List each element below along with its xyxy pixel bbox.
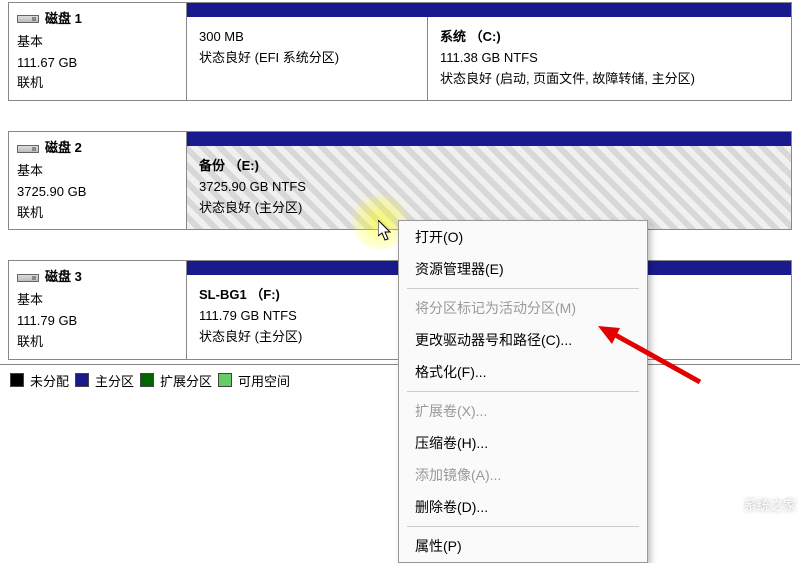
partition-efi[interactable]: 300 MB 状态良好 (EFI 系统分区)	[187, 17, 427, 100]
disk-1-container: 磁盘 1 基本 111.67 GB 联机 300 MB 状态良好 (EFI 系统…	[8, 2, 792, 101]
disk-2-partitions: 备份 （E:) 3725.90 GB NTFS 状态良好 (主分区)	[187, 132, 791, 229]
watermark-text: 系统之家	[744, 495, 796, 514]
disk-3-info[interactable]: 磁盘 3 基本 111.79 GB 联机	[9, 261, 187, 358]
partition-title: 备份 （E:)	[199, 156, 779, 177]
legend-free-icon	[218, 373, 232, 387]
disk-type: 基本	[17, 290, 178, 311]
disk-status: 联机	[17, 332, 178, 353]
disk-icon	[17, 15, 39, 23]
disk-title: 磁盘 1	[45, 9, 82, 30]
partition-c[interactable]: 系统 （C:) 111.38 GB NTFS 状态良好 (启动, 页面文件, 故…	[427, 17, 791, 100]
disk-size: 111.67 GB	[17, 53, 178, 74]
disk-title: 磁盘 2	[45, 138, 82, 159]
disk-type: 基本	[17, 161, 178, 182]
menu-separator	[407, 288, 639, 289]
context-menu: 打开(O) 资源管理器(E) 将分区标记为活动分区(M) 更改驱动器号和路径(C…	[398, 220, 648, 563]
menu-open[interactable]: 打开(O)	[399, 221, 647, 253]
disk-icon	[17, 274, 39, 282]
partition-size: 3725.90 GB NTFS	[199, 177, 779, 198]
menu-format[interactable]: 格式化(F)...	[399, 356, 647, 388]
watermark-logo-icon	[718, 493, 740, 515]
partition-status: 状态良好 (启动, 页面文件, 故障转储, 主分区)	[440, 69, 779, 90]
partition-title: 系统 （C:)	[440, 27, 779, 48]
menu-explorer[interactable]: 资源管理器(E)	[399, 253, 647, 285]
disk-title: 磁盘 3	[45, 267, 82, 288]
menu-separator	[407, 526, 639, 527]
legend-primary-icon	[75, 373, 89, 387]
disk-2-info[interactable]: 磁盘 2 基本 3725.90 GB 联机	[9, 132, 187, 229]
disk-1-partitions: 300 MB 状态良好 (EFI 系统分区) 系统 （C:) 111.38 GB…	[187, 3, 791, 100]
partition-header-bar	[187, 3, 791, 17]
legend-extended-label: 扩展分区	[160, 371, 212, 390]
menu-extend-volume: 扩展卷(X)...	[399, 395, 647, 427]
disk-type: 基本	[17, 32, 178, 53]
menu-separator	[407, 391, 639, 392]
disk-status: 联机	[17, 73, 178, 94]
disk-icon	[17, 145, 39, 153]
legend-unallocated-label: 未分配	[30, 371, 69, 390]
disk-size: 111.79 GB	[17, 311, 178, 332]
watermark: 系统之家	[718, 493, 796, 515]
legend-unallocated-icon	[10, 373, 24, 387]
menu-add-mirror: 添加镜像(A)...	[399, 459, 647, 491]
disk-size: 3725.90 GB	[17, 182, 178, 203]
partition-status: 状态良好 (EFI 系统分区)	[199, 48, 415, 69]
partition-status: 状态良好 (主分区)	[199, 198, 779, 219]
legend-extended-icon	[140, 373, 154, 387]
legend-free-label: 可用空间	[238, 371, 290, 390]
menu-properties[interactable]: 属性(P)	[399, 530, 647, 562]
menu-delete-volume[interactable]: 删除卷(D)...	[399, 491, 647, 523]
disk-2-container: 磁盘 2 基本 3725.90 GB 联机 备份 （E:) 3725.90 GB…	[8, 131, 792, 230]
legend-primary-label: 主分区	[95, 371, 134, 390]
disk-1-info[interactable]: 磁盘 1 基本 111.67 GB 联机	[9, 3, 187, 100]
partition-e[interactable]: 备份 （E:) 3725.90 GB NTFS 状态良好 (主分区)	[187, 146, 791, 229]
menu-mark-active: 将分区标记为活动分区(M)	[399, 292, 647, 324]
disk-status: 联机	[17, 203, 178, 224]
partition-size: 111.38 GB NTFS	[440, 48, 779, 69]
partition-header-bar	[187, 132, 791, 146]
menu-shrink-volume[interactable]: 压缩卷(H)...	[399, 427, 647, 459]
menu-change-drive-letter[interactable]: 更改驱动器号和路径(C)...	[399, 324, 647, 356]
partition-size: 300 MB	[199, 27, 415, 48]
